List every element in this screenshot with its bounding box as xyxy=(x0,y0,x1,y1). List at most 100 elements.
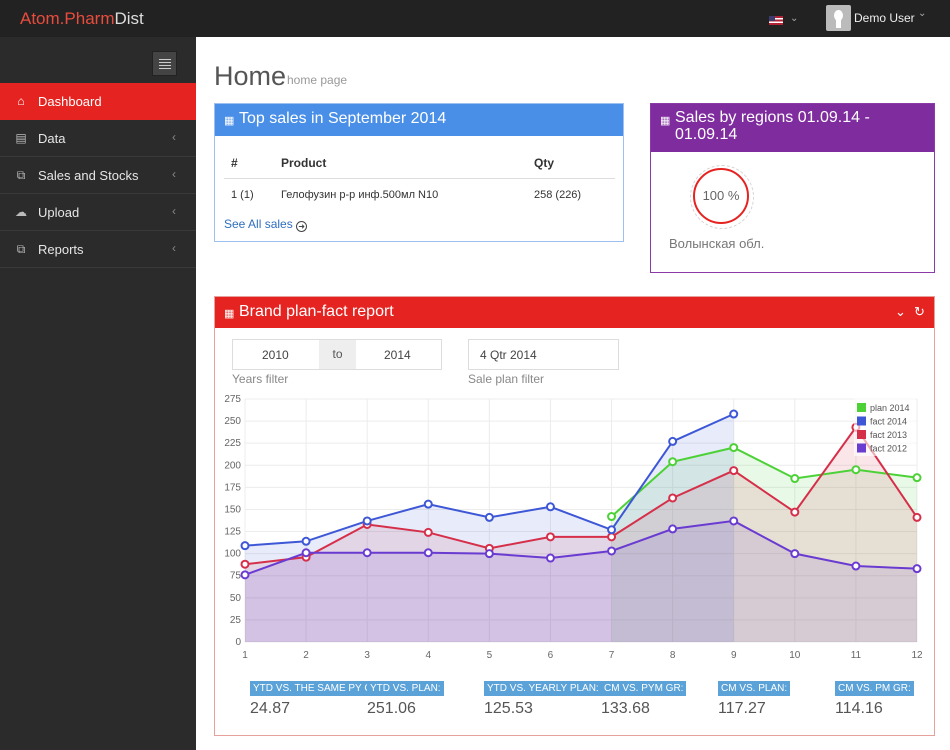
data-point xyxy=(851,561,861,571)
legend-swatch xyxy=(857,430,866,439)
top-sales-title: Top sales in September 2014 xyxy=(239,110,447,127)
sale-plan-select[interactable]: 4 Qtr 2014 xyxy=(468,339,619,370)
years-from-input[interactable]: 2010 xyxy=(262,348,289,362)
arrow-right-circle-icon: ➜ xyxy=(296,221,308,232)
chevron-left-icon: ‹ xyxy=(172,167,176,181)
sidebar-item-label: Upload xyxy=(38,205,80,220)
data-point xyxy=(240,541,250,551)
data-point xyxy=(545,502,555,512)
kpi-value-ytd-vs-py: 24.87 xyxy=(250,700,291,717)
sidebar-item-dashboard[interactable]: ⌂ Dashboard xyxy=(0,83,196,120)
data-point xyxy=(912,564,922,574)
data-point xyxy=(545,532,555,542)
table-divider xyxy=(224,178,615,179)
language-chevron-down-icon[interactable]: ⌄ xyxy=(790,13,798,24)
top-sales-panel: ▦ Top sales in September 2014 # Product … xyxy=(214,103,624,242)
table-cell-qty: 258 (226) xyxy=(534,189,582,201)
sale-plan-value: 4 Qtr 2014 xyxy=(480,348,537,362)
data-point xyxy=(729,443,739,453)
x-tick-label: 8 xyxy=(670,650,676,661)
refresh-icon[interactable]: ↻ xyxy=(914,304,925,320)
kpi-value-cm-vs-plan: 117.27 xyxy=(718,700,766,717)
data-point xyxy=(607,532,617,542)
data-point xyxy=(607,525,617,535)
home-icon: ⌂ xyxy=(17,94,25,108)
column-header-product: Product xyxy=(281,156,327,170)
data-point xyxy=(545,553,555,563)
kpi-value-ytd-vs-yearly-plan: 125.53 xyxy=(484,700,533,717)
legend-swatch xyxy=(857,416,866,426)
user-chevron-down-icon[interactable]: ⌄ xyxy=(918,8,926,19)
x-tick-label: 2 xyxy=(303,650,309,661)
data-point xyxy=(912,473,922,483)
sale-plan-caption: Sale plan filter xyxy=(468,372,545,386)
y-tick-label: 150 xyxy=(224,504,241,515)
y-tick-label: 125 xyxy=(224,527,241,538)
years-to-label: to xyxy=(319,340,356,369)
regions-title: Sales by regions 01.09.14 - 01.09.14 xyxy=(675,109,870,143)
sidebar-item-sales-and-stocks[interactable]: ⧉ Sales and Stocks ‹ xyxy=(0,157,196,194)
sidebar-item-data[interactable]: ▤ Data ‹ xyxy=(0,120,196,157)
kpi-label-cm-vs-pm: CM VS. PM GR: xyxy=(835,681,914,696)
logo-part-2: Pharm xyxy=(64,9,115,28)
data-point xyxy=(668,436,678,446)
data-point xyxy=(668,524,678,534)
region-name: Волынская обл. xyxy=(669,236,765,251)
sidebar-item-reports[interactable]: ⧉ Reports ‹ xyxy=(0,231,196,268)
kpi-label-cm-vs-pym: CM VS. PYM GR: xyxy=(601,681,687,696)
data-point xyxy=(484,549,494,559)
data-point xyxy=(423,499,433,509)
collapse-chevron-down-icon[interactable]: ⌄ xyxy=(895,304,906,320)
kpi-label-ytd-vs-plan: YTD VS. PLAN: xyxy=(367,681,444,696)
x-tick-label: 9 xyxy=(731,650,737,661)
report-title: Brand plan-fact report xyxy=(239,303,394,320)
data-point xyxy=(301,536,311,546)
sidebar-item-label: Reports xyxy=(38,242,84,257)
copy-icon: ⧉ xyxy=(16,168,26,182)
x-tick-label: 12 xyxy=(911,650,923,661)
data-point xyxy=(790,474,800,484)
kpi-value-cm-vs-pm: 114.16 xyxy=(835,700,883,717)
region-percent-gauge: 100 % xyxy=(690,165,754,229)
kpi-label-cm-vs-plan: CM VS. PLAN: xyxy=(718,681,791,696)
copy-icon: ⧉ xyxy=(16,242,26,256)
data-point xyxy=(668,457,678,467)
kpi-value-ytd-vs-plan: 251.06 xyxy=(367,700,416,717)
y-tick-label: 0 xyxy=(235,637,241,648)
user-name[interactable]: Demo User xyxy=(854,11,915,25)
table-cell-product: Гелофузин р-р инф.500мл N10 xyxy=(281,189,439,201)
cart-icon: ▤ xyxy=(15,131,27,145)
sidebar-item-label: Data xyxy=(38,131,66,146)
chevron-left-icon: ‹ xyxy=(172,130,176,144)
column-header-qty: Qty xyxy=(534,156,555,170)
column-header-rank: # xyxy=(231,156,238,170)
page-title: Home xyxy=(214,61,287,91)
legend-label: plan 2014 xyxy=(870,403,910,413)
see-all-sales-link[interactable]: See All sales ➜ xyxy=(224,217,308,232)
data-point xyxy=(240,570,250,580)
data-point xyxy=(912,512,922,522)
app-logo[interactable]: Atom.PharmDist xyxy=(20,9,144,29)
x-tick-label: 1 xyxy=(242,650,248,661)
data-point xyxy=(362,548,372,558)
data-point xyxy=(790,507,800,517)
y-tick-label: 25 xyxy=(230,615,242,626)
data-point xyxy=(729,466,739,476)
data-point xyxy=(240,559,250,569)
y-tick-label: 275 xyxy=(224,394,241,405)
us-flag-icon[interactable] xyxy=(769,16,783,25)
years-to-input[interactable]: 2014 xyxy=(384,348,411,362)
sidebar-item-upload[interactable]: ☁ Upload ‹ xyxy=(0,194,196,231)
avatar[interactable] xyxy=(826,5,851,31)
chevron-left-icon: ‹ xyxy=(172,241,176,255)
y-tick-label: 175 xyxy=(224,482,241,493)
logo-part-3: Dist xyxy=(114,9,144,28)
years-filter: 2010 to 2014 xyxy=(232,339,442,370)
years-filter-caption: Years filter xyxy=(232,372,289,386)
table-icon: ▦ xyxy=(224,115,235,127)
calendar-icon: ▦ xyxy=(660,115,671,127)
x-tick-label: 4 xyxy=(425,650,431,661)
sidebar-item-label: Sales and Stocks xyxy=(38,168,139,183)
sidebar-toggle-button[interactable] xyxy=(152,51,177,76)
x-tick-label: 10 xyxy=(789,650,801,661)
